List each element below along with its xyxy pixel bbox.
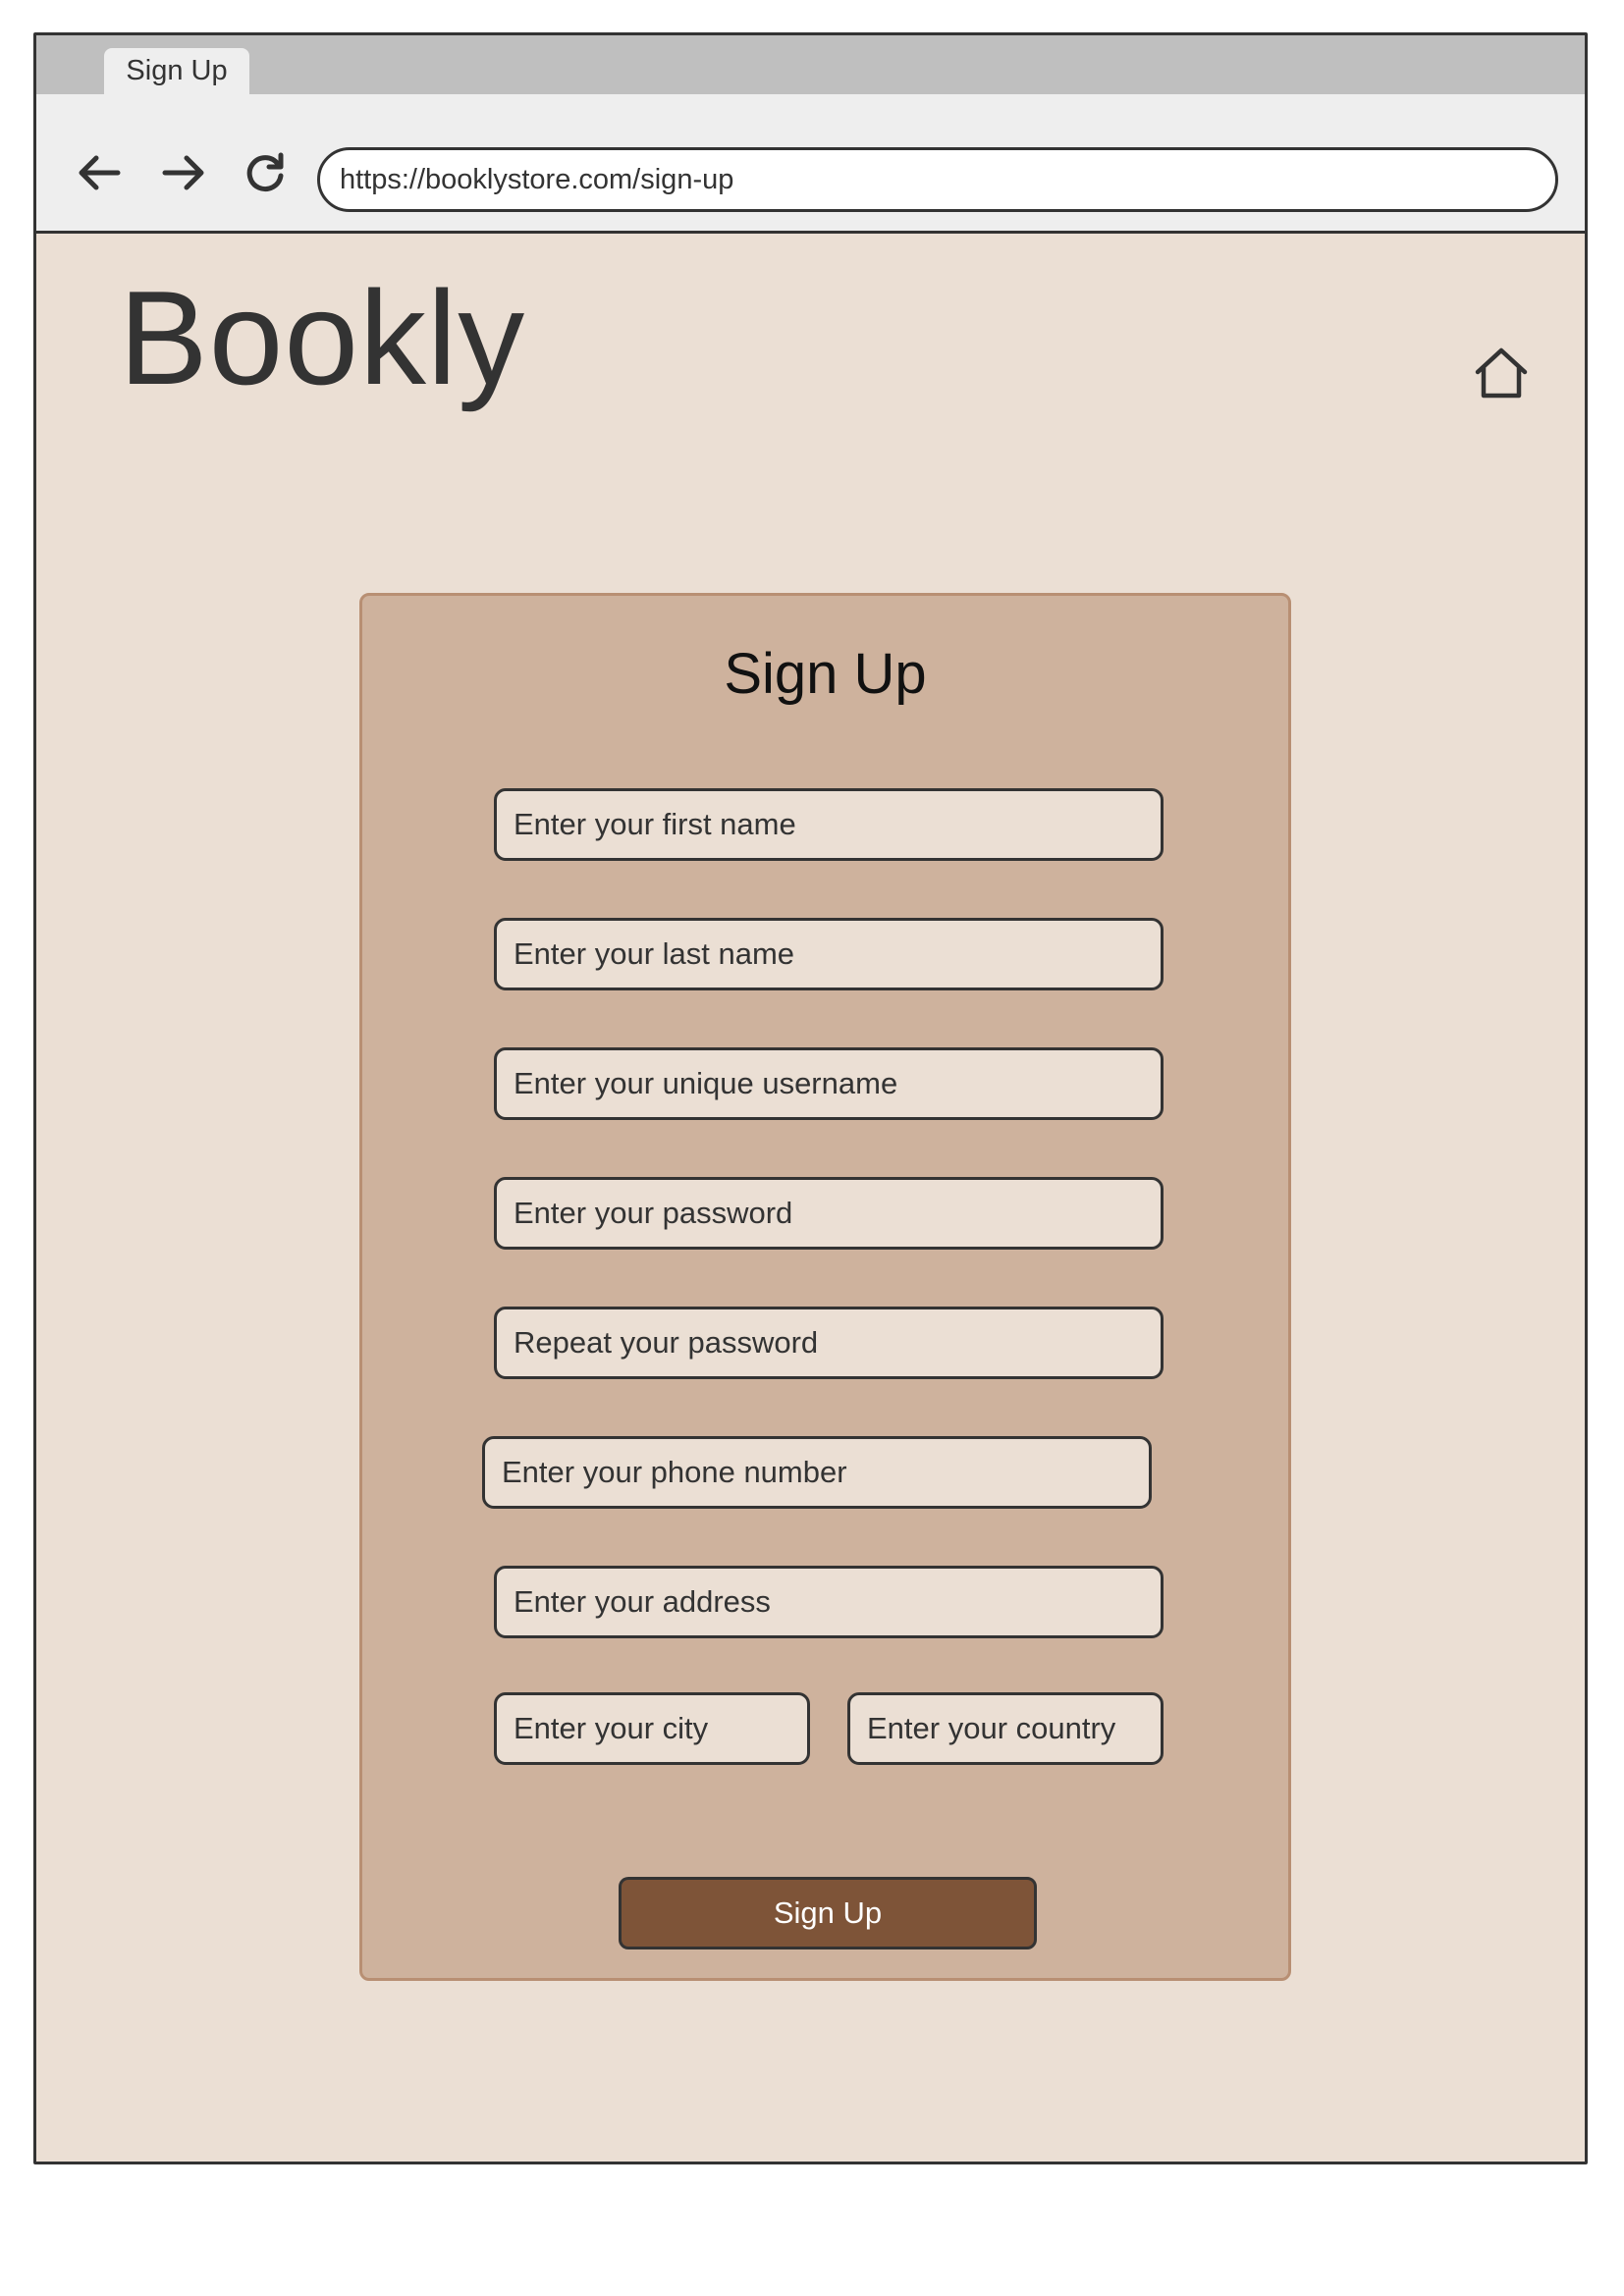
username-input[interactable] <box>494 1047 1164 1120</box>
browser-toolbar <box>36 94 1585 234</box>
last-name-input[interactable] <box>494 918 1164 990</box>
password-input[interactable] <box>494 1177 1164 1250</box>
address-bar[interactable] <box>317 147 1558 212</box>
city-input[interactable] <box>494 1692 810 1765</box>
sign-up-button[interactable]: Sign Up <box>619 1877 1037 1949</box>
forward-button[interactable] <box>157 146 210 199</box>
browser-tab[interactable]: Sign Up <box>104 48 249 94</box>
phone-number-input[interactable] <box>482 1436 1152 1509</box>
country-input[interactable] <box>847 1692 1164 1765</box>
home-icon <box>1475 347 1528 399</box>
home-button[interactable] <box>1468 340 1535 406</box>
back-arrow-icon <box>79 155 121 190</box>
brand-logo[interactable]: Bookly <box>119 271 525 404</box>
first-name-input[interactable] <box>494 788 1164 861</box>
forward-arrow-icon <box>162 155 204 190</box>
reload-button[interactable] <box>239 146 292 199</box>
form-title: Sign Up <box>724 642 927 706</box>
browser-window: Sign Up Bookly Sign Up <box>33 32 1588 2164</box>
address-input[interactable] <box>494 1566 1164 1638</box>
tab-strip: Sign Up <box>36 35 1585 94</box>
back-button[interactable] <box>73 146 126 199</box>
reload-icon <box>246 152 284 192</box>
repeat-password-input[interactable] <box>494 1307 1164 1379</box>
signup-card: Sign Up Sign Up <box>359 593 1291 1981</box>
